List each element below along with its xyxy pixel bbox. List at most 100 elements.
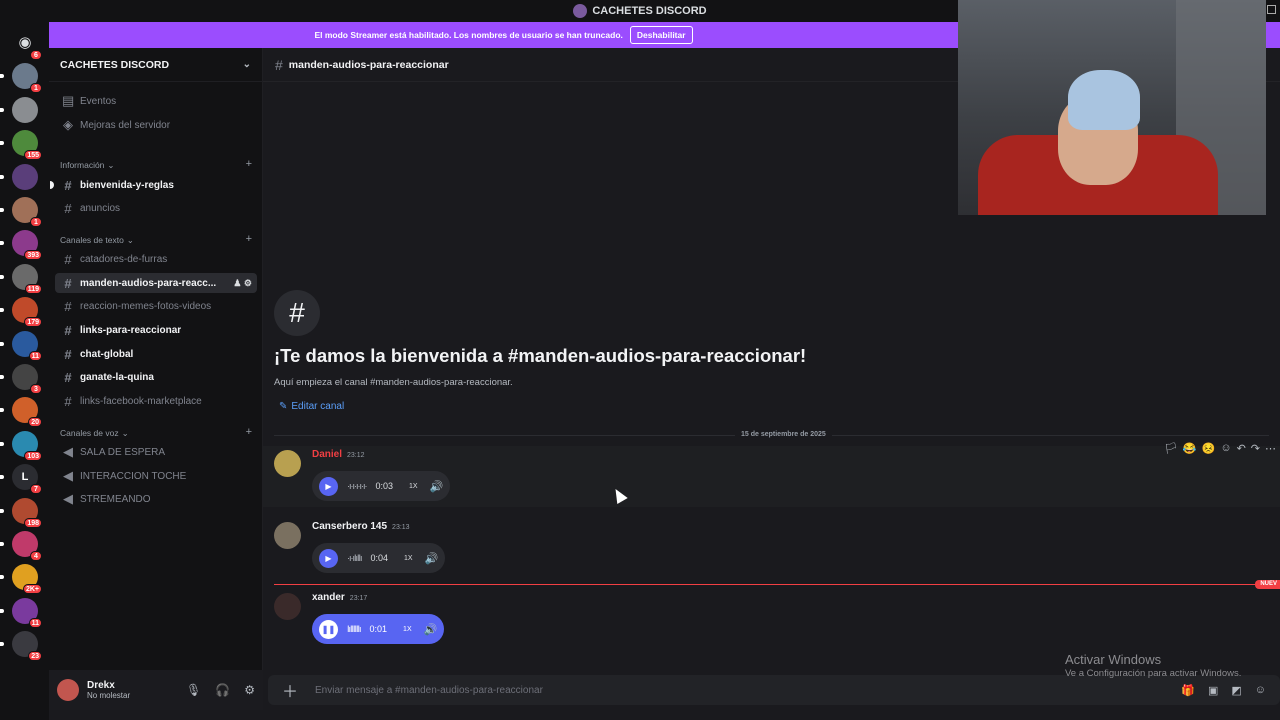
avatar[interactable] <box>274 450 301 477</box>
headphones-icon[interactable]: 🎧 <box>215 683 230 697</box>
server-icon[interactable]: 393 <box>0 230 42 261</box>
emoji-icon[interactable]: ☺ <box>1255 684 1266 697</box>
server-icon[interactable]: 1 <box>0 63 42 94</box>
channel-links-facebook[interactable]: # links-facebook-marketplace <box>55 391 257 411</box>
avatar[interactable] <box>274 522 301 549</box>
voice-channel-stremeando[interactable]: ◀ STREMEANDO <box>55 489 257 509</box>
avatar[interactable] <box>57 679 79 701</box>
hash-icon: # <box>275 56 283 73</box>
mention-badge: 119 <box>24 283 42 294</box>
server-icon[interactable]: 23 <box>0 631 42 662</box>
author-name[interactable]: Canserbero 145 <box>312 521 387 532</box>
server-icon[interactable]: 2K+ <box>0 564 42 595</box>
server-icon[interactable]: 11 <box>0 330 42 361</box>
server-icon[interactable]: 119 <box>0 263 42 294</box>
channel-ganate-la-quina[interactable]: # ganate-la-quina <box>55 367 257 387</box>
message[interactable]: Canserbero 145 23:13 ▶ ·ı·ıIıIIı 0:04 1X … <box>263 518 1280 579</box>
playback-speed-button[interactable]: 1X <box>402 554 415 563</box>
playback-speed-button[interactable]: 1X <box>407 482 420 491</box>
channel-catadores[interactable]: # catadores-de-furras <box>55 249 257 269</box>
speaker-icon: ◀ <box>63 444 73 459</box>
playback-speed-button[interactable]: 1X <box>401 625 414 634</box>
add-attachment-icon[interactable]: ＋ <box>282 678 298 702</box>
voice-channel-sala-de-espera[interactable]: ◀ SALA DE ESPERA <box>55 442 257 462</box>
maximize-icon[interactable] <box>1267 5 1276 14</box>
gif-icon[interactable]: ▣ <box>1208 684 1218 697</box>
add-channel-icon[interactable]: + <box>246 159 252 171</box>
sidebar-item-events[interactable]: ▤ Eventos <box>55 91 257 111</box>
add-channel-icon[interactable]: + <box>246 427 252 439</box>
discord-home-icon[interactable]: ◉ 6 <box>12 30 42 60</box>
volume-icon[interactable]: 🔊 <box>430 480 444 493</box>
gear-icon[interactable]: ⚙ <box>244 683 255 697</box>
add-channel-icon[interactable]: + <box>246 234 252 246</box>
waveform[interactable]: ·ı·ıIıIIı <box>347 553 362 563</box>
category-text[interactable]: Canales de texto ⌄ + <box>60 234 252 246</box>
channel-links-para-reaccionar[interactable]: # links-para-reaccionar <box>55 320 257 340</box>
server-icon[interactable]: 1 <box>0 197 42 227</box>
forward-icon[interactable]: ↷ <box>1251 442 1260 455</box>
gift-icon[interactable]: 🎁 <box>1181 684 1195 697</box>
channel-manden-audios[interactable]: # manden-audios-para-reacc... ♟ ⚙ <box>55 273 257 293</box>
speaker-icon: ◀ <box>63 491 73 506</box>
banner-edge <box>1266 22 1280 48</box>
server-icon[interactable]: 4 <box>0 531 42 561</box>
channel-bienvenida[interactable]: # bienvenida-y-reglas <box>50 175 257 195</box>
emoji-laugh-icon[interactable]: 😂 <box>1183 442 1197 455</box>
category-info[interactable]: Información ⌄ + <box>60 159 252 171</box>
author-name[interactable]: xander <box>312 592 345 603</box>
message-composer[interactable]: ＋ Enviar mensaje a #manden-audios-para-r… <box>268 675 1280 705</box>
server-icon[interactable]: 3 <box>0 364 42 394</box>
unread-indicator <box>50 181 54 189</box>
play-icon[interactable]: ▶ <box>319 548 338 568</box>
waveform[interactable]: ·ı·ı·ı·ı·ı· <box>347 481 367 491</box>
user-info[interactable]: Drekx No molestar <box>87 680 130 700</box>
sticker-icon[interactable]: ◩ <box>1231 684 1241 697</box>
add-reaction-icon[interactable]: ☺ <box>1220 442 1231 454</box>
reply-icon[interactable]: ↶ <box>1237 442 1246 455</box>
timestamp: 23:17 <box>349 595 368 602</box>
more-icon[interactable]: ⋯ <box>1265 442 1276 455</box>
server-icon[interactable]: 11 <box>0 597 42 628</box>
server-icon[interactable]: 155 <box>0 130 42 161</box>
user-panel: Drekx No molestar 🎙 🎧 ⚙ <box>49 670 263 710</box>
server-icon[interactable] <box>0 96 38 123</box>
server-icon[interactable] <box>0 163 38 190</box>
channel-anuncios[interactable]: # anuncios <box>55 198 257 218</box>
message[interactable]: xander 23:17 ❚❚ IıIIIIIIı 0:01 1X 🔊 <box>263 589 1280 651</box>
mention-badge: 7 <box>30 484 42 495</box>
pause-icon[interactable]: ❚❚ <box>319 619 338 639</box>
hash-icon: # <box>64 177 72 193</box>
play-icon[interactable]: ▶ <box>319 476 338 496</box>
disable-streamer-button[interactable]: Deshabilitar <box>629 26 693 44</box>
emoji-sad-icon[interactable]: 😣 <box>1202 442 1216 455</box>
server-icon[interactable]: 179 <box>0 297 42 328</box>
waveform[interactable]: IıIIIIIIı <box>347 624 361 634</box>
edit-channel-link[interactable]: ✎ Editar canal <box>279 401 344 412</box>
invite-icon[interactable]: ♟ <box>233 278 241 288</box>
unread-indicator <box>0 475 4 480</box>
flag-icon[interactable]: 🏳 <box>1164 442 1178 455</box>
server-icon[interactable]: 103 <box>0 430 42 461</box>
gear-icon[interactable]: ⚙ <box>244 278 252 288</box>
microphone-icon[interactable]: 🎙 <box>186 683 201 697</box>
server-icon[interactable]: 198 <box>0 497 42 528</box>
message[interactable]: Daniel 23:12 ▶ ·ı·ı·ı·ı·ı· 0:03 1X 🔊 🏳 😂 … <box>263 442 1280 507</box>
voice-channel-interaccion-toche[interactable]: ◀ INTERACCION TOCHE <box>55 466 257 486</box>
unread-indicator <box>0 274 4 279</box>
avatar[interactable] <box>274 593 301 620</box>
hash-icon: # <box>64 322 72 338</box>
channel-chat-global[interactable]: # chat-global <box>55 344 257 364</box>
sidebar-item-boosts[interactable]: ◈ Mejoras del servidor <box>55 115 257 135</box>
voice-message: ❚❚ IıIIIIIIı 0:01 1X 🔊 <box>312 614 445 644</box>
channel-reaccion-memes[interactable]: # reaccion-memes-fotos-videos <box>55 296 257 316</box>
duration: 0:01 <box>369 624 388 634</box>
author-name[interactable]: Daniel <box>312 449 342 460</box>
server-icon[interactable]: 20 <box>0 397 42 428</box>
category-voice[interactable]: Canales de voz ⌄ + <box>60 427 252 439</box>
server-icon[interactable]: L7 <box>0 464 42 495</box>
server-header[interactable]: CACHETES DISCORD ⌄ <box>49 48 262 82</box>
channel-label: manden-audios-para-reacc... <box>80 277 217 289</box>
volume-icon[interactable]: 🔊 <box>425 552 439 565</box>
volume-icon[interactable]: 🔊 <box>424 623 438 636</box>
